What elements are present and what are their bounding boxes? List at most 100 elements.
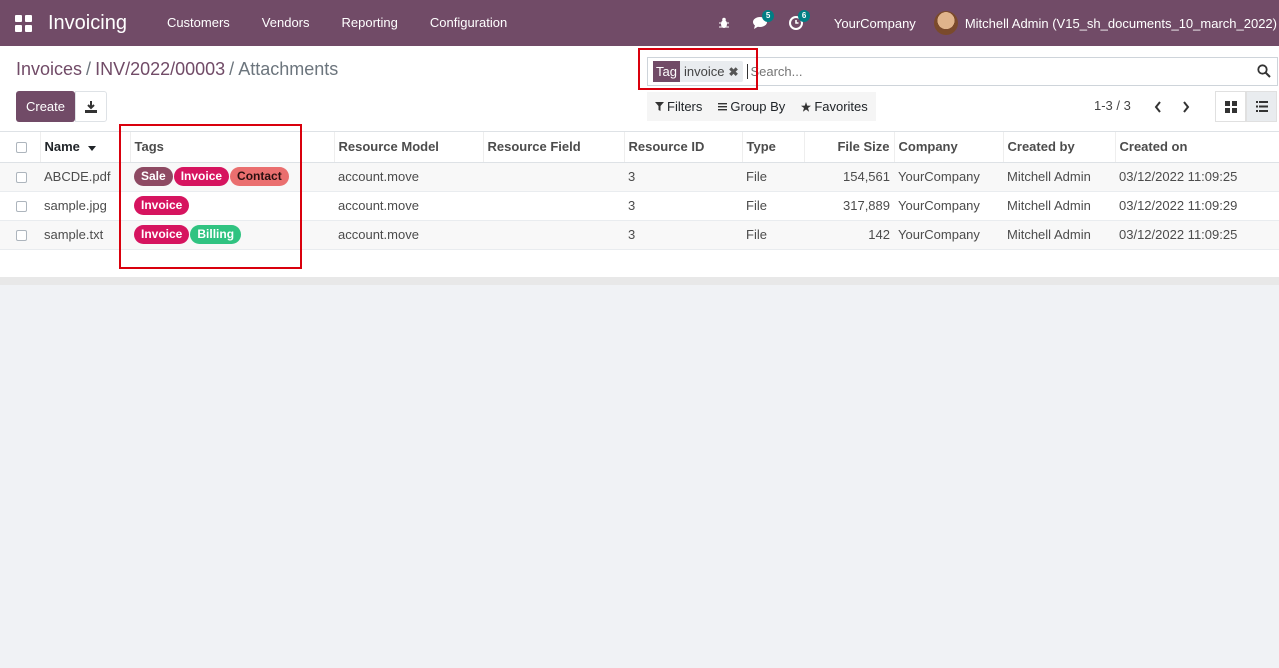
cell-tags[interactable]: Invoice Billing xyxy=(130,220,334,250)
cell-name[interactable]: sample.jpg xyxy=(40,191,130,221)
column-header-name[interactable]: Name xyxy=(40,132,131,163)
cell-file-size[interactable]: 142 xyxy=(804,220,894,250)
tag-badge: Invoice xyxy=(173,167,230,186)
column-header-type[interactable]: Type xyxy=(742,132,805,163)
column-header-company[interactable]: Company xyxy=(894,132,1004,163)
row-checkbox-cell[interactable] xyxy=(0,191,40,221)
select-all-checkbox-cell[interactable] xyxy=(0,132,41,163)
breadcrumb-separator: / xyxy=(86,59,92,79)
cell-file-size[interactable]: 317,889 xyxy=(804,191,894,221)
cell-resource-model[interactable]: account.move xyxy=(334,191,483,221)
attachments-table: Name Tags Resource Model Resource Field … xyxy=(0,132,1279,250)
facet-remove-icon[interactable]: ✖ xyxy=(728,66,740,78)
cell-resource-model[interactable]: account.move xyxy=(334,220,483,250)
column-header-tags[interactable]: Tags xyxy=(130,132,335,163)
cell-type[interactable]: File xyxy=(742,191,804,221)
pager-next-button[interactable] xyxy=(1172,92,1200,121)
pager-previous-button[interactable] xyxy=(1144,92,1172,121)
pager-arrows xyxy=(1144,92,1200,121)
column-header-created-by[interactable]: Created by xyxy=(1003,132,1116,163)
kanban-grid-icon xyxy=(1224,100,1237,113)
table-row[interactable]: sample.jpg Invoice account.move 3 File 317,88… xyxy=(0,191,1279,221)
column-header-created-on[interactable]: Created on xyxy=(1115,132,1279,163)
cell-created-by[interactable]: Mitchell Admin xyxy=(1003,220,1115,250)
row-checkbox[interactable] xyxy=(16,172,27,184)
column-header-resource-id[interactable]: Resource ID xyxy=(624,132,743,163)
column-header-file-size[interactable]: File Size xyxy=(804,132,895,163)
menu-item-reporting[interactable]: Reporting xyxy=(326,0,414,46)
cell-tags[interactable]: Sale Invoice Contact xyxy=(130,162,334,192)
menu-item-customers[interactable]: Customers xyxy=(151,0,246,46)
favorites-dropdown[interactable]: Favorites xyxy=(793,92,875,121)
view-switcher xyxy=(1215,91,1277,122)
group-by-dropdown[interactable]: Group By xyxy=(710,92,793,121)
apps-menu-icon[interactable] xyxy=(0,0,46,46)
cell-resource-field[interactable] xyxy=(483,162,624,192)
column-name-label: Name xyxy=(44,139,80,155)
cell-company[interactable]: YourCompany xyxy=(894,162,1003,192)
breadcrumb-invoice-record[interactable]: INV/2022/00003 xyxy=(95,59,225,80)
cell-resource-field[interactable] xyxy=(483,220,624,250)
table-header-row: Name Tags Resource Model Resource Field … xyxy=(0,132,1279,163)
avatar xyxy=(933,11,958,35)
export-download-button[interactable] xyxy=(75,91,107,122)
tag-badge: Sale xyxy=(134,167,173,186)
filters-dropdown[interactable]: Filters xyxy=(647,92,710,121)
star-icon xyxy=(801,101,812,112)
group-by-bars-icon xyxy=(718,103,728,111)
cell-name[interactable]: ABCDE.pdf xyxy=(40,162,130,192)
cell-resource-field[interactable] xyxy=(483,191,624,221)
cell-resource-id[interactable]: 3 xyxy=(624,220,742,250)
kanban-view-button[interactable] xyxy=(1215,91,1246,122)
cell-created-on[interactable]: 03/12/2022 11:09:29 xyxy=(1115,191,1279,221)
tag-badge: Contact xyxy=(230,167,289,186)
cell-company[interactable]: YourCompany xyxy=(894,191,1003,221)
table-row[interactable]: sample.txt Invoice Billing account.move 3 Fil… xyxy=(0,220,1279,250)
facet-category: Tag xyxy=(653,61,680,82)
pager-value[interactable]: 1-3 / 3 xyxy=(1094,98,1131,113)
app-name[interactable]: Invoicing xyxy=(48,12,127,35)
row-checkbox-cell[interactable] xyxy=(0,220,40,250)
list-view-button[interactable] xyxy=(1246,91,1277,122)
cell-type[interactable]: File xyxy=(742,220,804,250)
table-row[interactable]: ABCDE.pdf Sale Invoice Contact account.move 3… xyxy=(0,162,1279,192)
user-menu[interactable]: Mitchell Admin (V15_sh_documents_10_marc… xyxy=(933,11,1279,35)
cell-resource-model[interactable]: account.move xyxy=(334,162,483,192)
breadcrumb-invoices[interactable]: Invoices xyxy=(16,59,82,80)
sort-caret-down-icon xyxy=(87,146,96,152)
company-switcher[interactable]: YourCompany xyxy=(814,16,934,31)
column-header-resource-field[interactable]: Resource Field xyxy=(483,132,625,163)
chevron-left-icon xyxy=(1154,100,1161,113)
facet-value: invoice xyxy=(683,64,725,79)
cell-resource-id[interactable]: 3 xyxy=(624,191,742,221)
activities-clock-icon[interactable]: 6 xyxy=(778,0,814,46)
cell-name[interactable]: sample.txt xyxy=(40,220,130,250)
create-button[interactable]: Create xyxy=(16,91,75,122)
search-facet-tag[interactable]: Tag invoice ✖ xyxy=(653,61,744,82)
cell-created-by[interactable]: Mitchell Admin xyxy=(1003,162,1115,192)
search-bar: Tag invoice ✖ xyxy=(647,57,1278,86)
messages-icon[interactable]: 5 xyxy=(742,0,778,46)
row-checkbox[interactable] xyxy=(16,230,27,242)
search-input[interactable] xyxy=(747,64,1228,79)
column-header-resource-model[interactable]: Resource Model xyxy=(334,132,484,163)
table-footer xyxy=(0,249,1279,277)
cell-company[interactable]: YourCompany xyxy=(894,220,1003,250)
row-checkbox-cell[interactable] xyxy=(0,162,40,192)
tag-badge: Invoice xyxy=(134,196,190,215)
cell-resource-id[interactable]: 3 xyxy=(624,162,742,192)
cell-created-on[interactable]: 03/12/2022 11:09:25 xyxy=(1115,162,1279,192)
debug-bug-icon[interactable] xyxy=(706,0,742,46)
select-all-checkbox[interactable] xyxy=(16,142,27,154)
row-checkbox[interactable] xyxy=(16,201,27,213)
menu-item-configuration[interactable]: Configuration xyxy=(414,0,523,46)
breadcrumb: Invoices / INV/2022/00003 / Attachments xyxy=(16,59,338,80)
cell-created-on[interactable]: 03/12/2022 11:09:25 xyxy=(1115,220,1279,250)
cell-type[interactable]: File xyxy=(742,162,804,192)
search-icon[interactable] xyxy=(1257,64,1271,78)
horizontal-scrollbar[interactable] xyxy=(0,277,1279,285)
cell-created-by[interactable]: Mitchell Admin xyxy=(1003,191,1115,221)
cell-file-size[interactable]: 154,561 xyxy=(804,162,894,192)
cell-tags[interactable]: Invoice xyxy=(130,191,334,221)
menu-item-vendors[interactable]: Vendors xyxy=(246,0,326,46)
